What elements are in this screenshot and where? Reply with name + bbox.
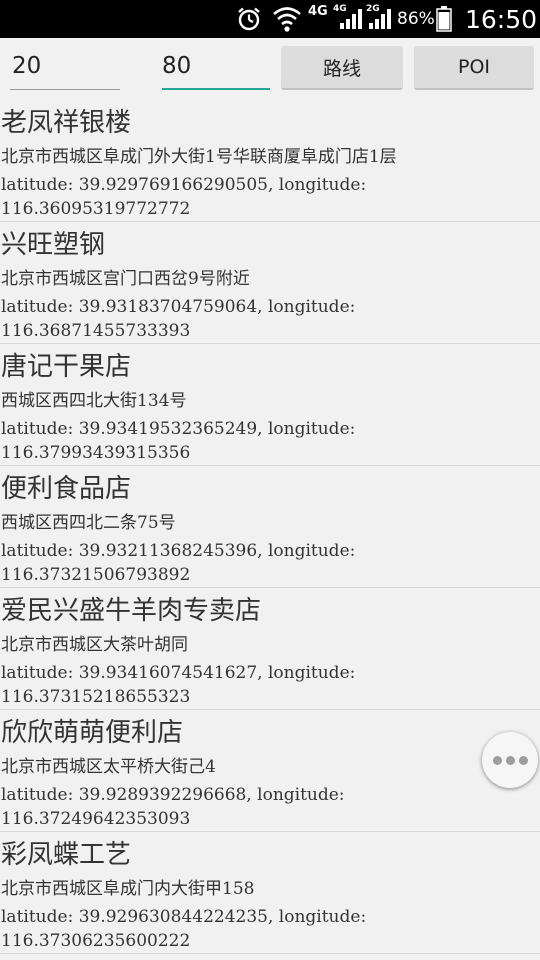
signal-icon-2 [367,0,393,38]
more-icon [491,755,530,765]
poi-button[interactable]: POI [414,46,534,90]
poi-coordinates: latitude: 39.93419532365249, longitude: … [1,419,356,463]
poi-address: 北京市西城区阜成门外大街1号华联商厦阜成门店1层 [1,147,397,167]
poi-name: 便利食品店 [1,474,132,504]
poi-name: 彩凤蝶工艺 [1,840,132,870]
poi-coordinates: latitude: 39.93416074541627, longitude: … [1,663,356,707]
number-input-1[interactable] [12,46,120,86]
poi-address: 北京市西城区阜成门内大街甲158 [1,879,255,899]
poi-name: 老凤祥银楼 [1,108,132,138]
poi-coordinates: latitude: 39.929630844224235, longitude:… [1,907,367,951]
list-item[interactable]: 便利食品店 西城区西四北二条75号 latitude: 39.932113682… [0,466,540,588]
alarm-icon [236,0,262,38]
poi-coordinates: latitude: 39.929769166290505, longitude:… [1,175,367,219]
poi-coordinates: latitude: 39.93211368245396, longitude: … [1,541,356,585]
network-type-4g: 4G [308,3,328,19]
poi-address: 北京市西城区大茶叶胡同 [1,635,188,655]
poi-name: 唐记干果店 [1,352,132,382]
list-item[interactable]: 爱民兴盛牛羊肉专卖店 北京市西城区大茶叶胡同 latitude: 39.9341… [0,588,540,710]
list-item[interactable]: 老凤祥银楼 北京市西城区阜成门外大街1号华联商厦阜成门店1层 latitude:… [0,100,540,222]
poi-address: 北京市西城区太平桥大街己4 [1,757,216,777]
poi-list: 老凤祥银楼 北京市西城区阜成门外大街1号华联商厦阜成门店1层 latitude:… [0,100,540,954]
poi-name: 爱民兴盛牛羊肉专卖店 [1,596,262,626]
number-input-2[interactable] [162,46,270,86]
poi-coordinates: latitude: 39.9289392296668, longitude: 1… [1,785,345,829]
input-underline-1 [10,89,120,90]
list-item[interactable]: 兴旺塑钢 北京市西城区宫门口西岔9号附近 latitude: 39.931837… [0,222,540,344]
toolbar: 路线 POI [0,38,540,100]
poi-name: 兴旺塑钢 [1,230,106,260]
input-underline-2-focused [162,88,270,90]
poi-address: 西城区西四北二条75号 [1,513,176,533]
poi-address: 北京市西城区宫门口西岔9号附近 [1,269,250,289]
battery-icon [436,0,452,38]
route-button-label: 路线 [322,57,361,80]
poi-address: 西城区西四北大街134号 [1,391,187,411]
status-bar: 4G 4G 2G 86% 16:50 [0,0,540,38]
route-button[interactable]: 路线 [281,46,403,90]
list-item[interactable]: 唐记干果店 西城区西四北大街134号 latitude: 39.93419532… [0,344,540,466]
poi-button-label: POI [457,56,491,78]
list-item[interactable]: 欣欣萌萌便利店 北京市西城区太平桥大街己4 latitude: 39.92893… [0,710,540,832]
list-item[interactable]: 彩凤蝶工艺 北京市西城区阜成门内大街甲158 latitude: 39.9296… [0,832,540,954]
poi-name: 欣欣萌萌便利店 [1,718,184,748]
wifi-icon [272,0,302,38]
battery-percent: 86% [397,9,435,29]
signal-icon [338,0,364,38]
floating-more-button[interactable] [482,732,538,788]
poi-coordinates: latitude: 39.93183704759064, longitude: … [1,297,356,341]
clock: 16:50 [465,4,538,34]
